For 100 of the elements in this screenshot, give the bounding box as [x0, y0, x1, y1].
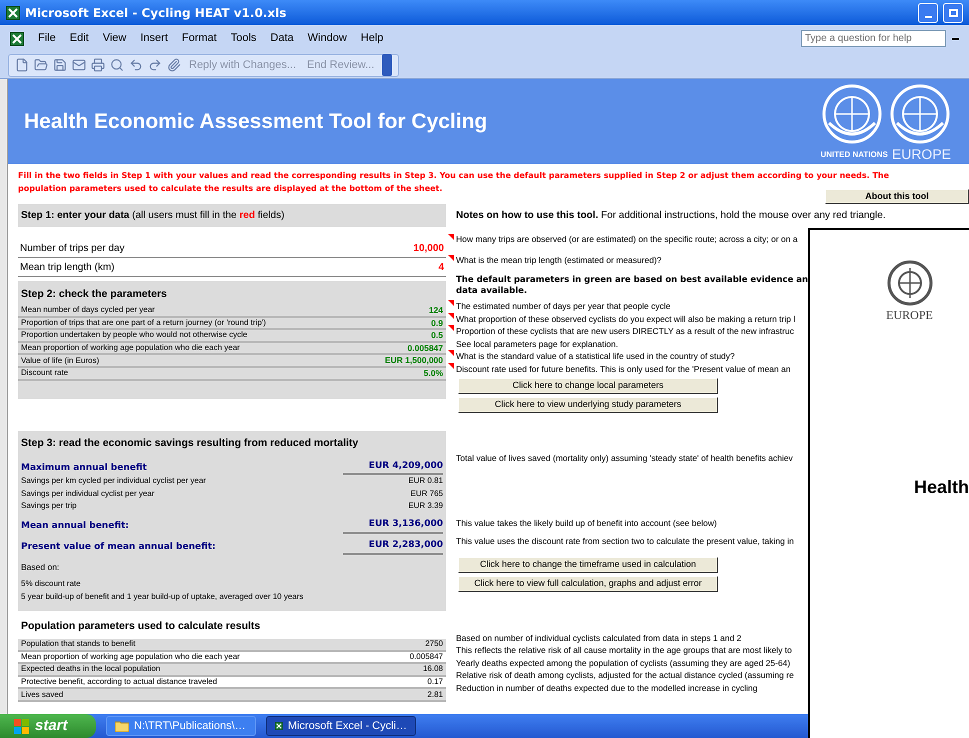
- spreadsheet-icon: [275, 719, 283, 733]
- parameter-label: Value of life (in Euros): [21, 354, 100, 367]
- search-icon[interactable]: [110, 58, 124, 72]
- banner-caption: EUROPE: [892, 146, 951, 160]
- file-icon[interactable]: [15, 58, 29, 72]
- step-heading: Step 1: enter your data (all users must fill in the red fields): [21, 209, 284, 223]
- parameter-label: Proportion of trips that are one part of a return journey (or 'round trip'): [21, 316, 266, 329]
- menu-item[interactable]: Tools: [230, 30, 256, 47]
- result-value: EUR 4,209,000: [343, 460, 443, 475]
- note-text: Proportion of these cyclists that are new users DIRECTLY as a result of the new infrastruc: [456, 325, 794, 338]
- help-search-field[interactable]: Type a question for help: [801, 30, 946, 47]
- menu-item[interactable]: Format: [182, 30, 217, 47]
- parameter-label: Mean proportion of working age population who die each year: [21, 342, 240, 354]
- toolbar-options-icon[interactable]: [382, 54, 392, 76]
- result-value: EUR 765: [410, 488, 443, 500]
- result-label: Savings per individual cyclist per year: [21, 488, 154, 500]
- section-heading: Population parameters used to calculate results: [20, 619, 262, 634]
- sheet-button[interactable]: Click here to change local parameters: [458, 378, 718, 394]
- note-text: This value uses the discount rate from section two to calculate the present value, taking in: [456, 534, 795, 547]
- population-label: Mean proportion of working age population who die each year: [21, 650, 240, 663]
- folder-icon: [115, 720, 129, 732]
- result-label: Maximum annual benefit: [21, 462, 147, 474]
- note-text: Relative risk of death among cyclists, adjusted for the actual distance cycled (assuming re: [456, 669, 795, 682]
- redo-icon[interactable]: [148, 58, 162, 72]
- parameter-value[interactable]: 0.5: [431, 329, 443, 342]
- folder-icon[interactable]: [34, 58, 48, 72]
- field-label: Number of trips per day: [20, 242, 124, 256]
- population-value: 2750: [425, 638, 443, 650]
- note-text: The estimated number of days per year that people cycle: [456, 300, 671, 313]
- comment-marker-icon[interactable]: [448, 362, 454, 369]
- result-label: Savings per km cycled per individual cyclist per year: [21, 475, 206, 488]
- paperclip-icon[interactable]: [167, 58, 181, 72]
- result-label: Savings per trip: [21, 500, 77, 512]
- note-heading-text: The default parameters in green are based on best available evidence an: [456, 275, 810, 286]
- input-field[interactable]: 10,000: [413, 240, 444, 256]
- spreadsheet-icon: [6, 6, 20, 20]
- menu-item[interactable]: Data: [270, 30, 294, 47]
- note-text: Total value of lives saved (mortality only) assuming 'steady state' of health benefits achiev: [456, 452, 794, 464]
- based-on-label: Based on:: [21, 560, 60, 574]
- sheet-button[interactable]: Click here to view full calculation, graphs and adjust error: [458, 576, 718, 592]
- note-text: What proportion of these observed cyclists do you expect will also be making a return trip l: [456, 312, 796, 326]
- population-value: 2.81: [427, 688, 443, 701]
- population-label: Expected deaths in the local population: [21, 663, 160, 676]
- note-text: This value takes the likely build up of benefit into account (see below): [456, 516, 718, 529]
- menu-item[interactable]: Insert: [140, 30, 168, 47]
- note-text: See local parameters page for explanation.: [456, 338, 618, 350]
- parameter-value[interactable]: 5.0%: [424, 366, 443, 380]
- taskbar-button[interactable]: Microsoft Excel - Cycli…: [266, 716, 416, 736]
- document-heading: Health: [914, 476, 969, 499]
- note-text: Yearly deaths expected among the population of cyclists (assuming they are aged 25-64): [456, 656, 792, 670]
- parameter-value[interactable]: 0.9: [431, 316, 443, 330]
- parameter-label: Discount rate: [21, 367, 68, 380]
- note-heading-text: data available.: [456, 286, 528, 297]
- printer-icon[interactable]: [91, 58, 105, 72]
- sheet-button[interactable]: Click here to view underlying study parameters: [458, 396, 718, 413]
- menu-item[interactable]: File: [38, 30, 56, 47]
- result-value: EUR 2,283,000: [343, 539, 443, 554]
- population-label: Population that stands to benefit: [21, 638, 136, 650]
- field-label: Mean trip length (km): [20, 260, 114, 274]
- population-value: 16.08: [422, 663, 443, 676]
- banner-title: Health Economic Assessment Tool for Cycling: [24, 108, 488, 135]
- comment-marker-icon[interactable]: [448, 300, 454, 306]
- result-value: EUR 0.81: [408, 475, 443, 488]
- restore-button[interactable]: [943, 2, 963, 22]
- minimize-button[interactable]: [918, 2, 938, 22]
- comment-marker-icon[interactable]: [448, 255, 454, 261]
- result-value: EUR 3.39: [408, 500, 443, 512]
- note-text: Reduction in number of deaths expected due to the modelled increase in cycling: [456, 682, 758, 695]
- result-value: EUR 3,136,000: [343, 518, 443, 534]
- note-text: What is the standard value of a statistical life used in the country of study?: [456, 350, 735, 363]
- menu-item[interactable]: Help: [360, 30, 384, 47]
- menu-item[interactable]: View: [102, 30, 126, 47]
- taskbar-button[interactable]: N:\TRT\Publications\…: [106, 716, 256, 736]
- notes-heading: Notes on how to use this tool. For additional instructions, hold the mouse over any red triangle.: [456, 209, 887, 223]
- parameter-value[interactable]: 124: [428, 304, 443, 317]
- note-text: Based on number of individual cyclists calculated from data in steps 1 and 2: [456, 632, 742, 644]
- about-button[interactable]: About this tool: [825, 189, 969, 204]
- comment-marker-icon[interactable]: [448, 350, 454, 356]
- undo-icon[interactable]: [129, 58, 143, 72]
- note-text: What is the mean trip length (estimated or measured)?: [456, 254, 662, 266]
- windows-logo-icon: [14, 718, 30, 734]
- sheet-button[interactable]: Click here to change the timeframe used in calculation: [458, 556, 718, 573]
- banner-caption: UNITED NATIONS: [820, 148, 888, 160]
- menu-item[interactable]: Window: [308, 30, 347, 47]
- menu-item[interactable]: Edit: [70, 30, 89, 47]
- note-text: Discount rate used for future benefits. This is only used for the 'Present value of mean an: [456, 362, 791, 376]
- input-field[interactable]: 4: [438, 260, 444, 274]
- parameter-value[interactable]: 0.005847: [408, 342, 443, 354]
- parameter-label: Mean number of days cycled per year: [21, 304, 155, 316]
- parameter-value[interactable]: EUR 1,500,000: [384, 354, 443, 368]
- comment-marker-icon[interactable]: [448, 312, 454, 319]
- population-value: 0.17: [427, 676, 443, 688]
- comment-marker-icon[interactable]: [448, 325, 454, 332]
- comment-marker-icon[interactable]: [448, 234, 454, 240]
- population-label: Protective benefit, according to actual distance traveled: [21, 676, 218, 688]
- parameter-label: Proportion undertaken by people who would not otherwise cycle: [21, 329, 248, 342]
- assumption-text: 5% discount rate: [21, 578, 82, 590]
- envelope-icon[interactable]: [72, 58, 86, 72]
- population-label: Lives saved: [21, 688, 64, 701]
- assumption-text: 5 year build-up of benefit and 1 year build-up of uptake, averaged over 10 years: [21, 590, 304, 603]
